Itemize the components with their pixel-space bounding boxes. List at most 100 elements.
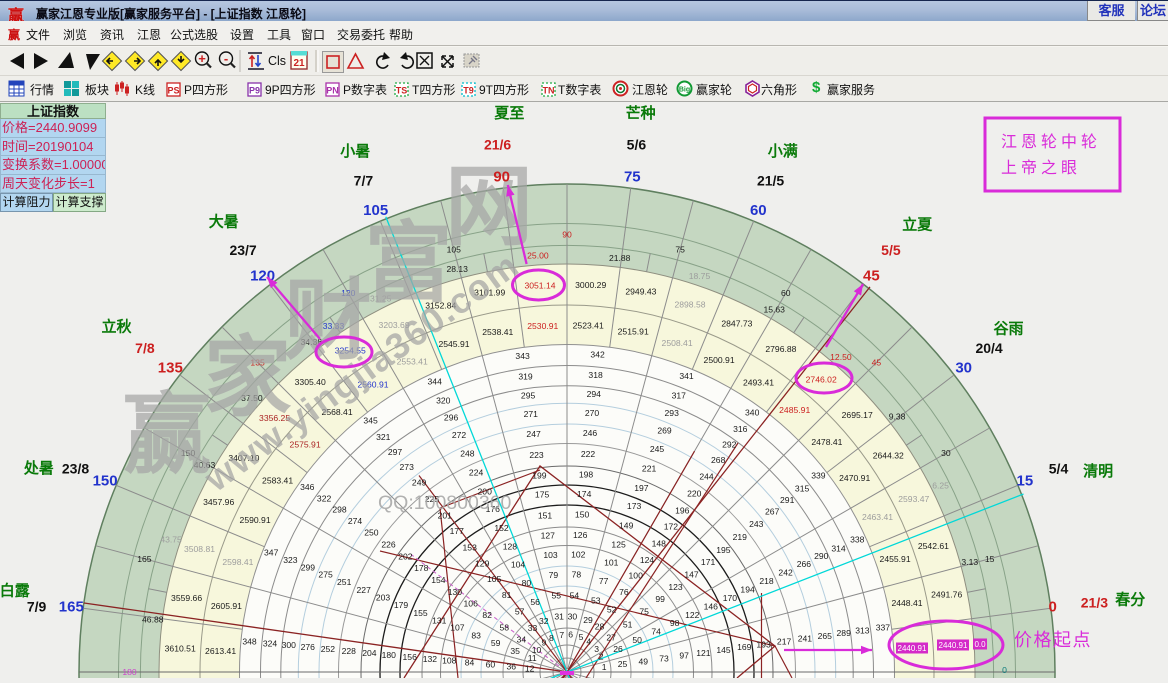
svg-text:105: 105 <box>363 202 388 219</box>
svg-text:295: 295 <box>521 390 536 400</box>
svg-text:203: 203 <box>376 593 391 603</box>
svg-text:6: 6 <box>568 630 573 640</box>
svg-text:165: 165 <box>137 554 152 564</box>
svg-text:195: 195 <box>716 545 731 555</box>
svg-text:3559.66: 3559.66 <box>171 593 202 603</box>
svg-text:204: 204 <box>362 648 377 658</box>
svg-text:9: 9 <box>542 637 547 647</box>
svg-text:30: 30 <box>955 360 972 377</box>
svg-text:2545.91: 2545.91 <box>438 339 469 349</box>
svg-text:2455.91: 2455.91 <box>880 554 911 564</box>
svg-text:35: 35 <box>510 646 520 656</box>
svg-text:网: 网 <box>445 157 533 256</box>
svg-text:11: 11 <box>528 653 537 663</box>
svg-text:130: 130 <box>448 587 463 597</box>
svg-text:289: 289 <box>837 628 852 638</box>
svg-text:春分: 春分 <box>1115 590 1145 608</box>
svg-text:290: 290 <box>814 551 829 561</box>
svg-text:QQ:100800360: QQ:100800360 <box>378 492 512 514</box>
svg-text:2644.32: 2644.32 <box>873 450 904 460</box>
svg-text:129: 129 <box>475 559 490 569</box>
svg-text:2448.41: 2448.41 <box>891 598 922 608</box>
svg-text:84: 84 <box>465 658 475 668</box>
svg-text:12.50: 12.50 <box>830 352 852 362</box>
svg-text:245: 245 <box>650 444 665 454</box>
svg-text:PN: PN <box>326 86 339 96</box>
svg-text:276: 276 <box>301 642 316 652</box>
svg-text:180: 180 <box>122 667 137 677</box>
svg-text:1: 1 <box>602 662 607 672</box>
svg-text:21: 21 <box>293 58 305 69</box>
svg-text:2491.76: 2491.76 <box>931 590 962 600</box>
svg-text:345: 345 <box>363 416 378 426</box>
svg-text:2847.73: 2847.73 <box>721 319 752 329</box>
svg-text:7/8: 7/8 <box>135 340 155 356</box>
svg-text:293: 293 <box>665 408 680 418</box>
svg-text:252: 252 <box>321 644 336 654</box>
svg-text:313: 313 <box>855 626 870 636</box>
svg-text:36: 36 <box>507 662 517 672</box>
svg-text:25: 25 <box>618 659 628 669</box>
svg-text:50: 50 <box>632 635 642 645</box>
svg-text:21/5: 21/5 <box>757 173 784 189</box>
svg-text:Big: Big <box>679 87 690 94</box>
svg-text:194: 194 <box>740 585 755 595</box>
svg-text:9.38: 9.38 <box>889 411 906 421</box>
svg-text:51: 51 <box>623 620 633 630</box>
svg-text:147: 147 <box>684 570 699 580</box>
svg-text:342: 342 <box>590 350 605 360</box>
svg-text:220: 220 <box>687 489 702 499</box>
svg-text:324: 324 <box>263 638 278 648</box>
svg-text:60: 60 <box>781 288 791 298</box>
svg-text:266: 266 <box>797 559 812 569</box>
svg-text:102: 102 <box>571 549 586 559</box>
svg-text:246: 246 <box>583 428 598 438</box>
svg-text:292: 292 <box>722 440 737 450</box>
svg-text:18.75: 18.75 <box>689 271 711 281</box>
svg-text:122: 122 <box>685 610 700 620</box>
svg-text:296: 296 <box>444 413 459 423</box>
svg-text:297: 297 <box>388 447 403 457</box>
svg-text:7: 7 <box>559 630 564 640</box>
svg-text:2440.91: 2440.91 <box>898 644 927 653</box>
svg-text:28: 28 <box>595 621 605 631</box>
svg-text:199: 199 <box>532 470 547 480</box>
svg-text:154: 154 <box>431 575 446 585</box>
svg-text:169: 169 <box>737 642 752 652</box>
svg-text:175: 175 <box>535 490 550 500</box>
svg-text:338: 338 <box>850 535 865 545</box>
svg-text:21/3: 21/3 <box>1081 595 1108 611</box>
svg-text:320: 320 <box>436 396 451 406</box>
svg-text:30: 30 <box>941 448 951 458</box>
svg-text:清明: 清明 <box>1083 462 1113 480</box>
svg-text:275: 275 <box>318 570 333 580</box>
svg-text:2463.41: 2463.41 <box>862 512 893 522</box>
svg-text:337: 337 <box>876 623 891 633</box>
svg-text:2583.41: 2583.41 <box>262 476 293 486</box>
svg-text:5/6: 5/6 <box>627 137 647 153</box>
svg-text:54: 54 <box>570 590 580 600</box>
svg-text:30: 30 <box>568 611 578 621</box>
svg-text:43.75: 43.75 <box>160 535 182 545</box>
svg-text:2605.91: 2605.91 <box>211 601 242 611</box>
svg-text:268: 268 <box>711 455 726 465</box>
svg-text:271: 271 <box>524 409 539 419</box>
svg-text:55: 55 <box>552 591 562 601</box>
svg-text:249: 249 <box>412 478 427 488</box>
svg-text:P9: P9 <box>249 86 260 96</box>
svg-text:248: 248 <box>460 448 475 458</box>
svg-text:269: 269 <box>657 426 672 436</box>
svg-text:90: 90 <box>493 168 510 185</box>
svg-text:23/7: 23/7 <box>229 242 256 258</box>
svg-text:价格起点: 价格起点 <box>1014 630 1092 650</box>
svg-text:341: 341 <box>679 371 694 381</box>
svg-text:夏至: 夏至 <box>493 105 524 122</box>
svg-text:316: 316 <box>733 424 748 434</box>
svg-text:2538.41: 2538.41 <box>482 327 513 337</box>
svg-text:59: 59 <box>491 638 501 648</box>
svg-text:21/6: 21/6 <box>484 137 511 153</box>
svg-text:上帝之眼: 上帝之眼 <box>1001 159 1081 177</box>
svg-text:227: 227 <box>357 585 372 595</box>
svg-text:52: 52 <box>607 604 617 614</box>
svg-text:2898.58: 2898.58 <box>674 300 705 310</box>
